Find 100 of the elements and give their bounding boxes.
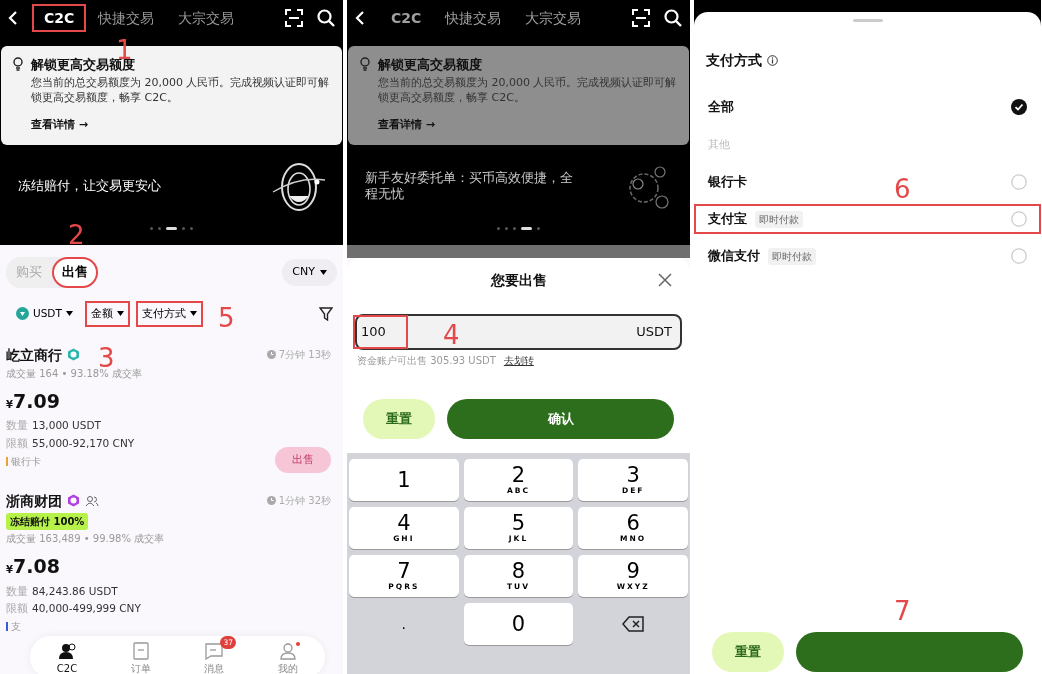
sell-button[interactable]: 出售: [275, 446, 331, 473]
confirm-button[interactable]: 确认: [447, 399, 674, 439]
annotation-number: 6: [894, 176, 911, 202]
unit-label: USDT: [636, 323, 672, 342]
header-tab[interactable]: C2C: [379, 4, 434, 32]
payment-method: 支: [11, 620, 21, 634]
backspace-icon[interactable]: [622, 616, 645, 632]
price: ¥7.09: [6, 388, 61, 414]
nav-item[interactable]: 订单: [118, 636, 163, 674]
header-tab[interactable]: 快捷交易: [433, 4, 514, 32]
people-icon: [85, 494, 99, 507]
trade-stats: 成交量 164 • 93.18% 成交率: [6, 367, 143, 381]
back-icon[interactable]: [355, 10, 365, 26]
caret-icon: [116, 311, 124, 317]
carousel-dot[interactable]: [513, 227, 516, 230]
sheet-title: 支付方式: [706, 51, 762, 70]
header-tab[interactable]: 大宗交易: [166, 4, 247, 32]
notice-title: 解锁更高交易额度: [378, 56, 483, 74]
currency-dropdown[interactable]: CNY: [282, 259, 337, 286]
carousel-dot[interactable]: [537, 227, 540, 230]
transfer-link[interactable]: 去划转: [503, 353, 534, 368]
guarantee-tag: 冻结赔付 100%: [6, 513, 89, 530]
search-icon[interactable]: [317, 9, 335, 27]
header-tab[interactable]: C2C: [32, 4, 87, 32]
field-label: 限额: [6, 436, 28, 451]
balance-hint: 资金账户可出售 305.93 USDT: [357, 354, 496, 368]
confirm-button[interactable]: [796, 632, 1023, 672]
caret-icon: [320, 269, 327, 275]
header-tab[interactable]: 大宗交易: [513, 4, 594, 32]
close-icon[interactable]: [658, 273, 672, 287]
field-value: 40,000-499,999 CNY: [32, 601, 141, 617]
option-label[interactable]: 支付宝: [708, 209, 747, 229]
info-icon[interactable]: [767, 55, 778, 66]
field-label: 数量: [6, 583, 28, 599]
nav-item[interactable]: 我的: [266, 636, 311, 674]
back-icon[interactable]: [8, 10, 18, 26]
notice-text: 您当前的总交易额度为 20,000 人民币。完成视频认证即可解锁更高交易额度，畅享 C2C。: [31, 74, 330, 105]
drag-handle[interactable]: [852, 19, 883, 22]
annotation-number: 7: [894, 598, 911, 624]
carousel-dot[interactable]: [150, 227, 153, 230]
merchant-name[interactable]: 浙商财团: [6, 490, 62, 511]
timer-text: 1分钟 32秒: [278, 493, 331, 508]
details-link[interactable]: 查看详情 →: [378, 116, 436, 133]
annotation-number: 2: [68, 222, 85, 248]
filter-dropdown[interactable]: 金额: [84, 300, 130, 327]
instant-payment-tag: 即时付款: [755, 210, 803, 228]
keypad-key[interactable]: .: [349, 603, 459, 645]
reset-button[interactable]: 重置: [712, 632, 784, 672]
field-value: 13,000 USDT: [32, 418, 101, 434]
keypad-key[interactable]: 1: [349, 459, 459, 501]
banner-text: 冻结赔付，让交易更安心: [18, 178, 161, 194]
merchant-name[interactable]: 屹立商行: [6, 344, 62, 365]
amount-value: 100: [353, 315, 408, 349]
carousel-dot[interactable]: [158, 227, 161, 230]
person-icon: [279, 642, 298, 660]
option-label[interactable]: 微信支付: [708, 246, 760, 266]
caret-icon: [65, 311, 73, 317]
people-icon: [58, 642, 76, 660]
nav-item[interactable]: C2C: [44, 636, 90, 674]
reset-button[interactable]: 重置: [363, 399, 435, 439]
option-label[interactable]: 银行卡: [708, 172, 747, 192]
document-icon: [131, 642, 150, 660]
annotation-number: 5: [218, 305, 235, 331]
payment-method: 银行卡: [11, 454, 41, 469]
header-tab[interactable]: 快捷交易: [86, 4, 167, 32]
keypad-key[interactable]: 0: [463, 603, 574, 645]
lightbulb-icon: [13, 57, 23, 71]
notification-dot: [296, 642, 301, 646]
field-value: 55,000-92,170 CNY: [32, 436, 135, 451]
search-icon[interactable]: [664, 9, 682, 27]
sheet-title: 您要出售: [490, 270, 547, 290]
carousel-dot[interactable]: [497, 227, 500, 230]
chat-icon: [205, 642, 224, 660]
price: ¥7.08: [6, 554, 61, 579]
notice-text: 您当前的总交易额度为 20,000 人民币。完成视频认证即可解锁更高交易额度，畅享 C2C。: [378, 74, 677, 105]
scan-icon[interactable]: [632, 9, 650, 27]
details-link[interactable]: 查看详情 →: [31, 116, 89, 133]
filter-icon[interactable]: [319, 306, 333, 321]
carousel-dot[interactable]: [182, 227, 185, 230]
instant-payment-tag: 即时付款: [768, 247, 816, 265]
caret-icon: [189, 311, 197, 317]
banner-text: 新手友好委托单：买币高效便捷，全程无忧: [365, 170, 574, 202]
lightbulb-icon: [360, 57, 370, 71]
side-tab[interactable]: 出售: [52, 257, 98, 288]
filter-dropdown[interactable]: 支付方式: [135, 300, 203, 327]
carousel-dot[interactable]: [190, 227, 193, 230]
scan-icon[interactable]: [285, 9, 303, 27]
field-label: 数量: [6, 418, 28, 434]
coin-icon: [16, 307, 29, 321]
clock-icon: [266, 349, 276, 359]
filter-dropdown[interactable]: USDT: [10, 300, 79, 327]
carousel-dot[interactable]: [505, 227, 508, 230]
timer-text: 7分钟 13秒: [278, 347, 331, 362]
annotation-number: 4: [443, 322, 460, 348]
clock-icon: [266, 495, 276, 505]
trade-stats: 成交量 163,489 • 99.98% 成交率: [6, 532, 166, 546]
section-label: 其他: [707, 136, 731, 153]
field-value: 84,243.86 USDT: [32, 583, 118, 599]
field-label: 限额: [6, 601, 28, 617]
option-label[interactable]: 全部: [708, 97, 734, 117]
